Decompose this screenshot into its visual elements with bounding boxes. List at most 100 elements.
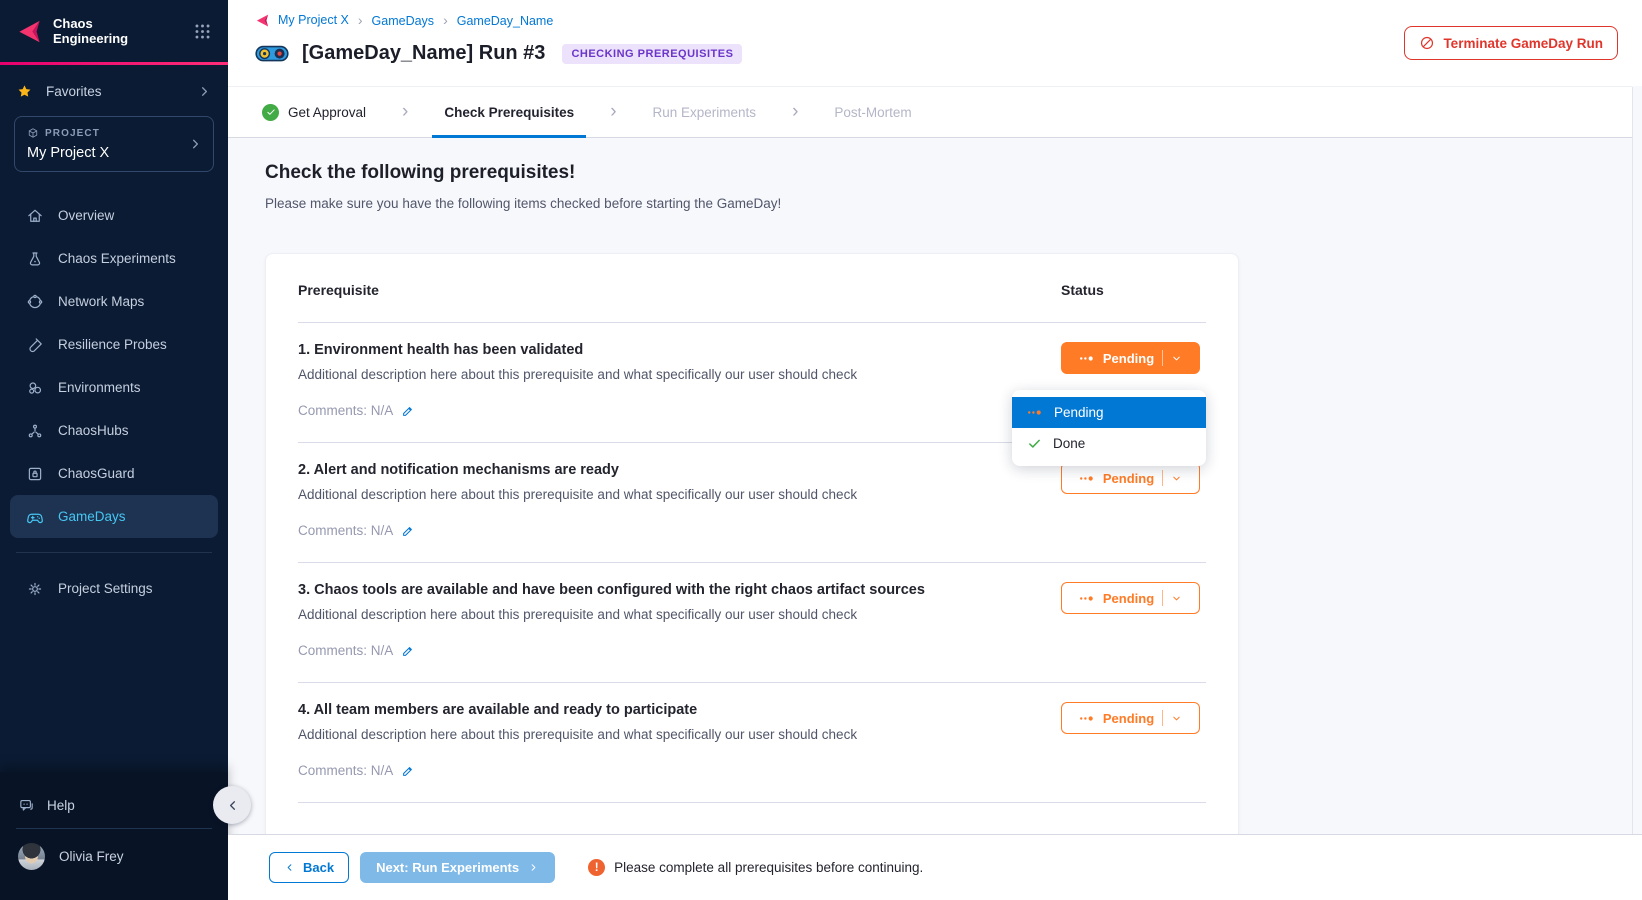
brand-title: Chaos Engineering — [53, 16, 128, 46]
step-post-mortem[interactable]: Post-Mortem — [768, 87, 924, 137]
nav-icon — [26, 508, 44, 526]
scrollbar-track[interactable] — [1632, 87, 1633, 834]
prereq-row-3: 3. Chaos tools are available and have be… — [298, 563, 1206, 683]
user-menu[interactable]: Olivia Frey — [0, 829, 228, 884]
prerequisites-warning: ! Please complete all prerequisites befo… — [588, 859, 923, 876]
breadcrumb-link-gamedays[interactable]: GameDays — [349, 12, 434, 28]
nav-icon — [26, 379, 44, 397]
chaos-mini-logo-icon — [255, 13, 270, 28]
sidebar-item-project-settings[interactable]: Project Settings — [10, 567, 218, 610]
prereq-description: Additional description here about this p… — [298, 605, 1061, 625]
edit-comment-pencil-icon[interactable] — [401, 764, 415, 778]
star-icon — [16, 83, 33, 100]
user-name: Olivia Frey — [59, 849, 124, 864]
sidebar-bottom: Help Olivia Frey — [0, 772, 228, 900]
nav-icon — [26, 422, 44, 440]
sidebar-item-resilience-probes[interactable]: Resilience Probes — [10, 323, 218, 366]
prereq-description: Additional description here about this p… — [298, 365, 1061, 385]
back-button[interactable]: Back — [269, 852, 349, 883]
sidebar-item-gamedays[interactable]: GameDays — [10, 495, 218, 538]
main-content: Check the following prerequisites! Pleas… — [228, 139, 1642, 834]
chevron-right-icon — [528, 862, 539, 873]
comments-label: Comments: N/A — [298, 523, 393, 538]
sidebar-item-network-maps[interactable]: Network Maps — [10, 280, 218, 323]
pending-dots-icon — [1079, 355, 1095, 362]
nav-label: ChaosGuard — [58, 466, 135, 481]
step-label: Get Approval — [288, 105, 366, 120]
nav-label: ChaosHubs — [58, 423, 129, 438]
sidebar-nav: Overview Chaos Experiments Network Maps … — [0, 194, 228, 538]
breadcrumb-link-gameday-name[interactable]: GameDay_Name — [434, 12, 553, 28]
cube-icon — [27, 127, 39, 139]
col-status: Status — [1061, 282, 1206, 298]
chevron-down-icon — [1171, 713, 1182, 724]
chevron-down-icon — [1171, 593, 1182, 604]
prereq-title: 3. Chaos tools are available and have be… — [298, 580, 1061, 600]
warning-icon: ! — [588, 859, 605, 876]
nav-label: GameDays — [58, 509, 126, 524]
next-run-experiments-button[interactable]: Next: Run Experiments — [360, 852, 555, 883]
nav-icon — [26, 250, 44, 268]
sidebar-divider — [16, 552, 212, 553]
step-check-prerequisites[interactable]: Check Prerequisites — [378, 87, 586, 137]
nav-label: Overview — [58, 208, 114, 223]
sidebar-item-chaosguard[interactable]: ChaosGuard — [10, 452, 218, 495]
sidebar-item-chaos-experiments[interactable]: Chaos Experiments — [10, 237, 218, 280]
footer-bar: Back Next: Run Experiments ! Please comp… — [228, 834, 1642, 900]
chevron-down-icon — [1171, 353, 1182, 364]
sidebar-item-overview[interactable]: Overview — [10, 194, 218, 237]
nav-icon — [26, 336, 44, 354]
gameday-gamepad-icon — [255, 42, 289, 65]
breadcrumb-link-my-project-x[interactable]: My Project X — [278, 13, 349, 27]
prereq-title: 1. Environment health has been validated — [298, 340, 1061, 360]
dropdown-option-pending[interactable]: Pending — [1012, 397, 1206, 428]
pending-dots-icon — [1079, 475, 1095, 482]
edit-comment-pencil-icon[interactable] — [401, 644, 415, 658]
status-button[interactable]: Pending — [1061, 462, 1200, 494]
sidebar-item-environments[interactable]: Environments — [10, 366, 218, 409]
done-check-icon — [1027, 436, 1042, 451]
brand-accent-divider — [0, 62, 228, 65]
sidebar-item-chaoshubs[interactable]: ChaosHubs — [10, 409, 218, 452]
step-get-approval[interactable]: Get Approval — [250, 87, 378, 137]
step-label: Post-Mortem — [834, 105, 911, 120]
step-done-check-icon — [262, 104, 279, 121]
help-button[interactable]: Help — [0, 782, 228, 828]
status-dropdown-menu: Pending Done — [1012, 390, 1206, 466]
page-title: [GameDay_Name] Run #3 — [302, 42, 545, 65]
nav-icon — [26, 465, 44, 483]
project-selector[interactable]: PROJECT My Project X — [14, 116, 214, 172]
chat-help-icon — [18, 797, 35, 814]
dropdown-option-done[interactable]: Done — [1012, 428, 1206, 459]
col-prerequisite: Prerequisite — [298, 282, 1061, 298]
page-heading: Check the following prerequisites! — [265, 162, 575, 184]
status-button[interactable]: Pending — [1061, 342, 1200, 374]
step-run-experiments[interactable]: Run Experiments — [586, 87, 768, 137]
topbar: My Project X GameDays GameDay_Name [Game… — [228, 0, 1642, 86]
breadcrumb: My Project X GameDays GameDay_Name — [255, 12, 553, 28]
status-button[interactable]: Pending — [1061, 582, 1200, 614]
edit-comment-pencil-icon[interactable] — [401, 524, 415, 538]
project-name: My Project X — [27, 145, 201, 161]
edit-comment-pencil-icon[interactable] — [401, 404, 415, 418]
step-label: Run Experiments — [653, 105, 757, 120]
table-header: Prerequisite Status — [298, 254, 1206, 323]
terminate-gameday-button[interactable]: Terminate GameDay Run — [1404, 26, 1618, 60]
sidebar-collapse-button[interactable] — [213, 786, 251, 824]
chevron-down-icon — [1171, 473, 1182, 484]
pending-dots-icon — [1027, 409, 1043, 416]
nav-icon — [26, 207, 44, 225]
prereq-title: 2. Alert and notification mechanisms are… — [298, 460, 1061, 480]
prereq-description: Additional description here about this p… — [298, 725, 1061, 745]
chevron-left-icon — [284, 862, 295, 873]
prerequisites-card: Prerequisite Status 1. Environment healt… — [265, 253, 1239, 834]
pending-dots-icon — [1079, 715, 1095, 722]
chevron-right-icon — [197, 84, 212, 99]
favorites-row[interactable]: Favorites — [16, 83, 212, 100]
nav-label: Network Maps — [58, 294, 144, 309]
project-eyebrow-label: PROJECT — [45, 128, 100, 139]
module-grid-icon[interactable] — [193, 22, 212, 41]
status-button[interactable]: Pending — [1061, 702, 1200, 734]
pending-dots-icon — [1079, 595, 1095, 602]
status-badge: CHECKING PREREQUISITES — [562, 44, 742, 64]
